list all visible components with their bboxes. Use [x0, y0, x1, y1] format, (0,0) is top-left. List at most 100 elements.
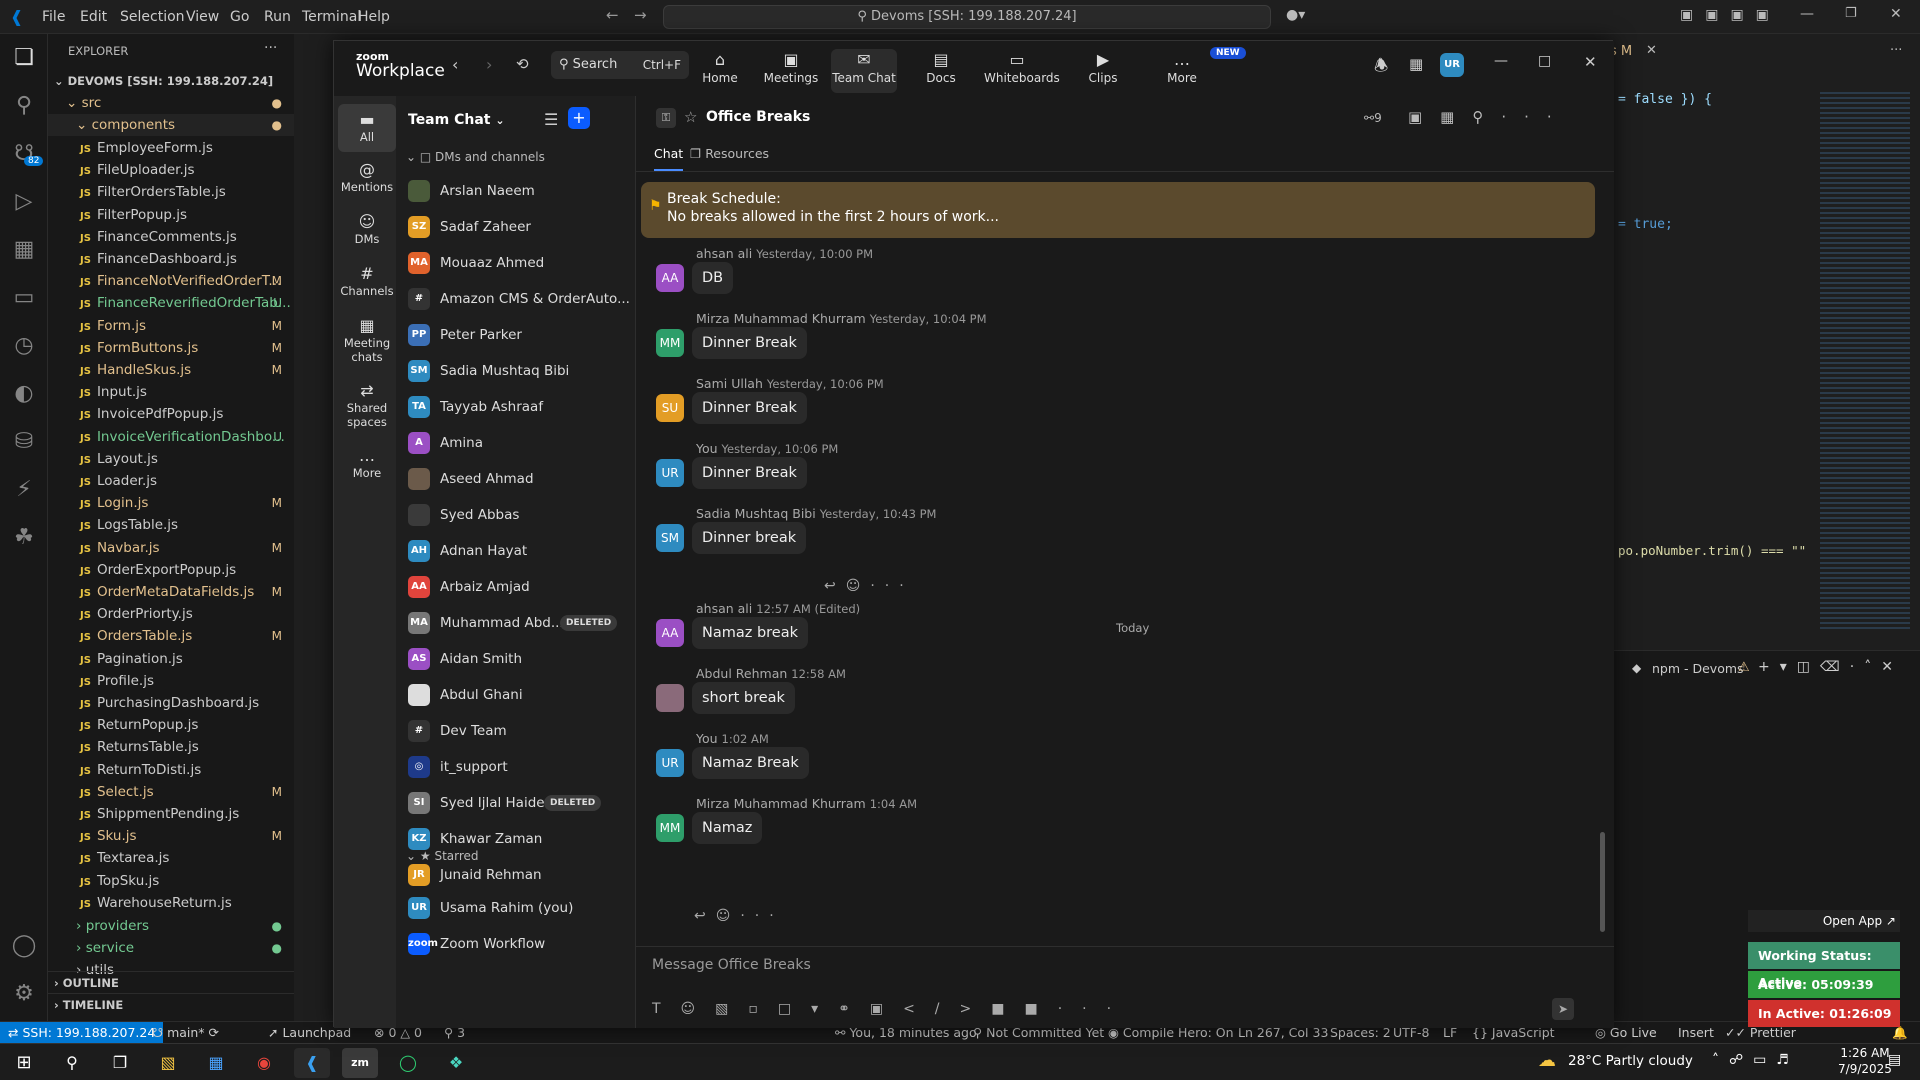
search-icon[interactable]: ⚲ — [54, 1048, 90, 1078]
message-composer[interactable]: Message Office Breaks — [652, 957, 811, 973]
tab-team-chat[interactable]: ✉ Team Chat — [831, 49, 897, 93]
file-item[interactable]: JS OrderPriorty.js — [48, 603, 294, 625]
remote-explorer-icon[interactable]: ▭ — [10, 284, 38, 312]
sender-name[interactable]: Sami Ullah — [696, 376, 763, 391]
menu-selection[interactable]: Selection — [120, 0, 185, 34]
notification-icon[interactable]: ▤ — [1888, 1052, 1901, 1068]
sender-name[interactable]: Mirza Muhammad Khurram — [696, 796, 866, 811]
insert-mode[interactable]: Insert — [1678, 1022, 1714, 1043]
menu-edit[interactable]: Edit — [80, 0, 107, 34]
file-item[interactable]: JS Select.js M — [48, 781, 294, 803]
remote-ssh-indicator[interactable]: ⇄ SSH: 199.188.207.24 — [0, 1022, 164, 1043]
restore-icon[interactable]: ❐ — [1845, 6, 1857, 21]
avatar[interactable] — [656, 684, 684, 712]
file-item[interactable]: JS HandleSkus.js M — [48, 359, 294, 381]
forward-arrow-icon[interactable]: › — [486, 55, 492, 74]
copilot-icon[interactable]: ●▾ — [1286, 7, 1305, 23]
menu-terminal[interactable]: Terminal — [302, 0, 361, 34]
vscode-icon[interactable]: ❰ — [294, 1048, 330, 1078]
file-item[interactable]: JS WarehouseReturn.js — [48, 892, 294, 914]
notifications-bell-icon[interactable]: 🕭 — [1374, 55, 1388, 82]
tab-more[interactable]: … More — [1149, 49, 1215, 93]
file-item[interactable]: JS Sku.js M — [48, 825, 294, 847]
menu-help[interactable]: Help — [358, 0, 390, 34]
menu-view[interactable]: View — [186, 0, 219, 34]
close-icon[interactable]: ✕ — [1584, 53, 1597, 71]
open-app-button[interactable]: Open App ↗ — [1748, 910, 1900, 932]
list-item[interactable]: # Amazon CMS & OrderAuto... — [396, 281, 636, 317]
list-item[interactable]: SI Syed Ijlal Haider DELETED — [396, 785, 636, 821]
menu-file[interactable]: File — [42, 0, 65, 34]
layout-toggle-icons[interactable]: ▣▣▣▣ — [1680, 7, 1781, 23]
sender-name[interactable]: You — [696, 441, 718, 456]
list-item[interactable]: AS Aidan Smith — [396, 641, 636, 677]
calendar-icon[interactable]: ▦ — [1409, 55, 1423, 73]
tab-docs[interactable]: ▤ Docs — [908, 49, 974, 93]
file-item[interactable]: JS Form.js M — [48, 315, 294, 337]
file-item[interactable]: JS OrderMetaDataFields.js M — [48, 581, 294, 603]
composer-toolbar[interactable]: T☺▧▫□▾⚭▣</>■■··· — [652, 1001, 1131, 1017]
bolt-icon[interactable]: ⚡ — [10, 476, 38, 504]
terminal-label[interactable]: npm - Devoms — [1652, 661, 1744, 676]
members-count[interactable]: ⚯9 — [1364, 111, 1382, 125]
file-item[interactable]: JS FinanceReverifiedOrderTab... U — [48, 292, 294, 314]
close-icon[interactable]: ✕ — [1890, 6, 1902, 22]
list-item[interactable]: SZ Sadaf Zaheer — [396, 209, 636, 245]
command-center[interactable]: ⚲ Devoms [SSH: 199.188.207.24] — [663, 5, 1271, 29]
file-item[interactable]: JS Input.js — [48, 381, 294, 403]
rail-channels[interactable]: # Channels — [338, 260, 396, 298]
terminal-actions[interactable]: +▾◫⌫·˄✕ — [1758, 659, 1903, 675]
avatar[interactable]: AA — [656, 264, 684, 292]
tab-meetings[interactable]: ▣ Meetings — [758, 49, 824, 93]
list-item[interactable]: SM Sadia Mushtaq Bibi — [396, 353, 636, 389]
tab-clips[interactable]: ▶ Clips — [1070, 49, 1136, 93]
sender-name[interactable]: Abdul Rehman — [696, 666, 787, 681]
rail-shared-spaces[interactable]: ⇄ Shared spaces — [338, 377, 396, 429]
folder-src[interactable]: ⌄ src ● — [48, 92, 294, 114]
filter-icon[interactable]: ☰ — [544, 110, 558, 129]
file-item[interactable]: JS OrdersTable.js M — [48, 625, 294, 647]
section-dms-channels[interactable]: ⌄ □ DMs and channels — [406, 150, 545, 164]
minimap[interactable] — [1820, 92, 1910, 632]
app-icon[interactable]: ◯ — [390, 1048, 426, 1078]
message-bubble[interactable]: Dinner Break — [692, 327, 807, 359]
maximize-icon[interactable]: □ — [1538, 53, 1551, 69]
avatar[interactable]: MM — [656, 329, 684, 357]
file-item[interactable]: JS FilterOrdersTable.js — [48, 181, 294, 203]
message-bubble[interactable]: DB — [692, 262, 734, 294]
list-title[interactable]: Team Chat ⌄ — [408, 112, 505, 128]
star-icon[interactable]: ☆ — [684, 108, 697, 126]
windows-start-icon[interactable]: ⊞ — [6, 1048, 42, 1078]
file-item[interactable]: JS InvoicePdfPopup.js — [48, 403, 294, 425]
edge-icon[interactable]: ◐ — [10, 380, 38, 408]
list-item[interactable]: PP Peter Parker — [396, 317, 636, 353]
file-item[interactable]: JS ReturnPopup.js — [48, 714, 294, 736]
header-actions[interactable]: ▣▦⚲··· — [1408, 108, 1570, 126]
rail-meeting-chats[interactable]: ▦ Meeting chats — [338, 312, 396, 364]
list-item[interactable]: ◎ it_support — [396, 749, 636, 785]
workspace-root[interactable]: ⌄ DEVOMS [SSH: 199.188.207.24] — [48, 70, 294, 92]
branch-indicator[interactable]: ☋ main* ⟳ — [152, 1022, 219, 1043]
store-icon[interactable]: ▦ — [198, 1048, 234, 1078]
channel-name[interactable]: Office Breaks — [706, 109, 810, 125]
account-icon[interactable]: ◯ — [10, 932, 38, 960]
forward-arrow-icon[interactable]: → — [634, 6, 647, 24]
new-chat-button[interactable]: + — [568, 107, 590, 129]
minimize-icon[interactable]: — — [1494, 53, 1508, 69]
chrome-icon[interactable]: ◉ — [246, 1048, 282, 1078]
task-view-icon[interactable]: ❐ — [102, 1048, 138, 1078]
section-starred[interactable]: ⌄ ★ Starred — [406, 849, 479, 863]
file-item[interactable]: JS EmployeeForm.js — [48, 137, 294, 159]
avatar[interactable]: SU — [656, 394, 684, 422]
clock-time[interactable]: 1:26 AM — [1840, 1046, 1890, 1060]
list-item[interactable]: AH Adnan Hayat — [396, 533, 636, 569]
message-bubble[interactable]: Dinner break — [692, 522, 807, 554]
history-icon[interactable]: ⟲ — [516, 55, 529, 73]
rail-more[interactable]: … More — [338, 442, 396, 480]
pinned-message[interactable]: ⚑ Break Schedule: No breaks allowed in t… — [641, 182, 1595, 238]
search-icon[interactable]: ⚲ — [10, 92, 38, 120]
file-item[interactable]: JS ReturnsTable.js — [48, 736, 294, 758]
file-item[interactable]: JS Layout.js — [48, 448, 294, 470]
sender-name[interactable]: You — [696, 731, 718, 746]
list-item[interactable]: Aseed Ahmad — [396, 461, 636, 497]
